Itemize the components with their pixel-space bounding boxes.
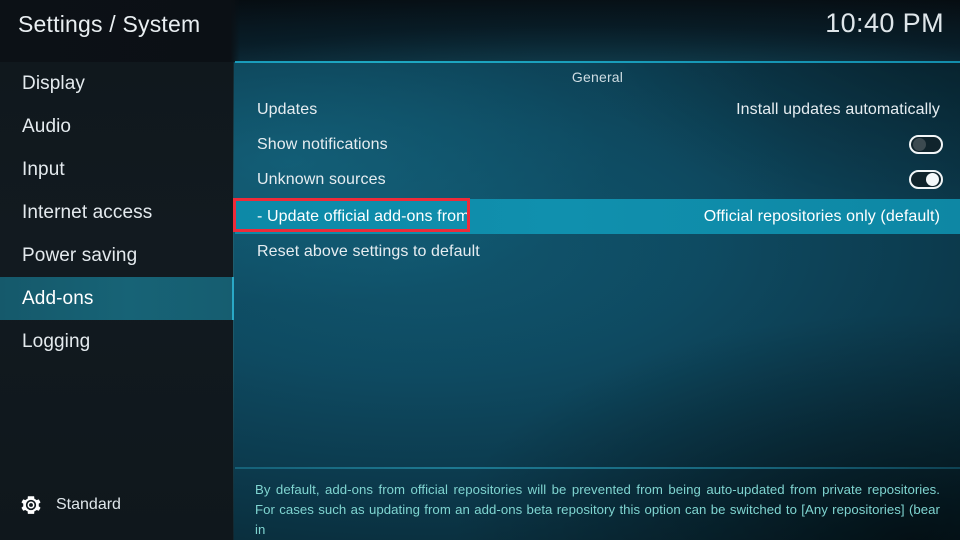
setting-row-updates[interactable]: Updates Install updates automatically (235, 92, 960, 127)
app-header: Settings / System 10:40 PM (0, 0, 960, 62)
sidebar-item-input[interactable]: Input (0, 148, 234, 191)
setting-row-update-official-add-ons-from[interactable]: - Update official add-ons from Official … (235, 199, 960, 234)
sidebar-item-label: Power saving (22, 244, 138, 266)
settings-group-title: General (571, 69, 624, 85)
breadcrumb-title: Settings / System (18, 11, 201, 37)
gear-icon (20, 494, 42, 516)
sidebar-item-label: Display (22, 72, 85, 94)
toggle-knob (913, 138, 926, 151)
setting-label: Show notifications (257, 135, 388, 153)
sidebar-item-label: Input (22, 158, 65, 180)
toggle-unknown-sources[interactable] (909, 170, 943, 189)
help-description-text: By default, add-ons from official reposi… (255, 480, 940, 540)
sidebar-item-power-saving[interactable]: Power saving (0, 234, 234, 277)
sidebar-item-label: Add-ons (22, 287, 94, 309)
sidebar-item-display[interactable]: Display (0, 62, 234, 105)
sidebar-item-internet-access[interactable]: Internet access (0, 191, 234, 234)
setting-label: - Update official add-ons from (257, 207, 470, 225)
header-divider (235, 61, 960, 63)
settings-main-panel: General Updates Install updates automati… (235, 63, 960, 468)
help-description-panel: By default, add-ons from official reposi… (235, 472, 960, 540)
sidebar-item-add-ons[interactable]: Add-ons (0, 277, 234, 320)
setting-row-show-notifications[interactable]: Show notifications (235, 127, 960, 162)
sidebar-item-logging[interactable]: Logging (0, 320, 234, 363)
setting-label: Reset above settings to default (257, 242, 480, 260)
sidebar-item-label: Internet access (22, 201, 153, 223)
setting-row-unknown-sources[interactable]: Unknown sources (235, 162, 960, 197)
footer-divider (235, 467, 960, 469)
setting-label: Unknown sources (257, 170, 386, 188)
sidebar-item-label: Logging (22, 330, 91, 352)
setting-value: Install updates automatically (736, 100, 940, 118)
help-line-1: By default, add-ons from official reposi… (255, 482, 940, 497)
help-line-2: For cases such as updating from an add-o… (255, 502, 940, 537)
kodi-settings-screen: Settings / System 10:40 PM Display Audio… (0, 0, 960, 540)
toggle-knob (926, 173, 939, 186)
setting-value: Official repositories only (default) (703, 207, 940, 225)
toggle-show-notifications[interactable] (909, 135, 943, 154)
settings-category-sidebar: Display Audio Input Internet access Powe… (0, 62, 234, 540)
settings-level-label: Standard (56, 496, 121, 513)
setting-label: Updates (257, 100, 318, 118)
clock: 10:40 PM (825, 8, 944, 38)
sidebar-item-audio[interactable]: Audio (0, 105, 234, 148)
settings-level-selector[interactable]: Standard (0, 488, 234, 522)
sidebar-item-label: Audio (22, 115, 72, 137)
setting-row-reset-above-settings[interactable]: Reset above settings to default (235, 234, 960, 269)
